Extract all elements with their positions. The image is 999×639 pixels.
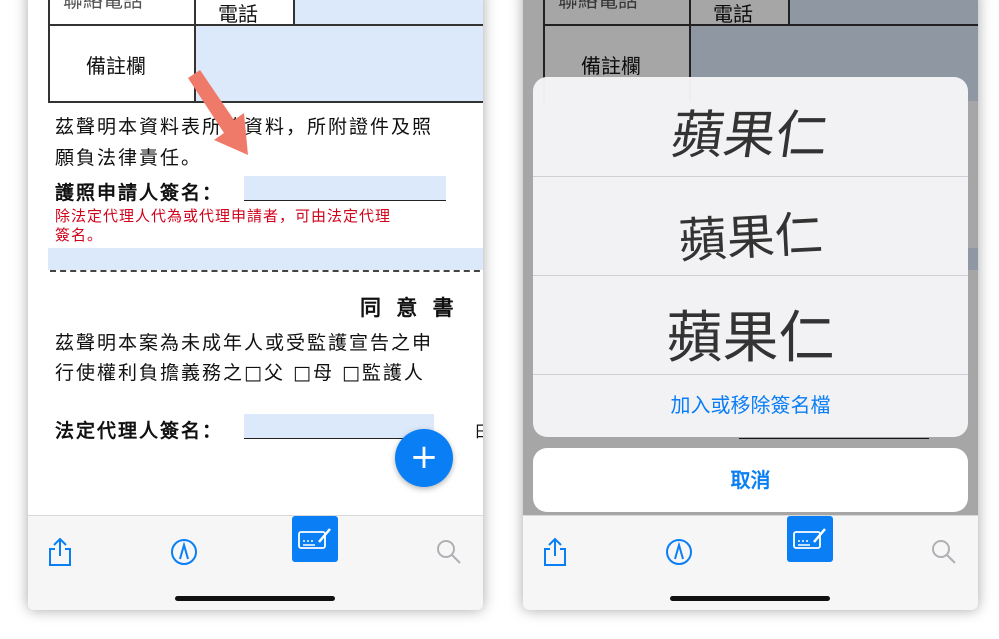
bottom-toolbar (28, 515, 483, 610)
share-icon[interactable] (42, 534, 78, 570)
table-border (48, 101, 483, 103)
saved-signature-3[interactable]: 蘋果仁 (533, 275, 968, 375)
red-note-line-1: 除法定代理人代為或代理申請者，可由法定代理 (55, 207, 392, 225)
signature-icon[interactable] (292, 516, 338, 562)
consent-line-1: 茲聲明本案為未成年人或受監護宣告之申 (55, 332, 434, 354)
right-phone-screen: 聯絡電話 電話 備註欄 蘋果仁 蘋果仁 蘋果仁 加入或移除簽名檔 取消 (523, 0, 978, 610)
consent-title: 同 意 書 (360, 295, 458, 320)
arrow-pointer-icon (188, 70, 248, 155)
bottom-toolbar (523, 515, 978, 610)
guardian-signature-label: 法定代理人簽名： (55, 420, 224, 442)
phone-label: 電話 (218, 2, 258, 26)
cancel-button[interactable]: 取消 (533, 448, 968, 512)
saved-signature-2[interactable]: 蘋果仁 (533, 176, 968, 276)
date-label: 日 (474, 422, 483, 441)
contact-label: 聯絡電話 (63, 0, 143, 12)
signature-icon[interactable] (787, 516, 833, 562)
home-indicator (175, 596, 335, 601)
blank-field[interactable] (48, 248, 483, 270)
search-icon[interactable] (926, 534, 962, 570)
add-signature-button[interactable]: + (395, 429, 453, 487)
left-phone-screen: 聯絡電話 電話 備註欄 茲聲明本資料表所填資料，所附證件及照 願負法律責任。 護… (28, 0, 483, 610)
manage-signatures-button[interactable]: 加入或移除簽名檔 (533, 374, 968, 437)
phone-field[interactable] (295, 0, 483, 24)
signature-text: 蘋果仁 (666, 306, 835, 371)
markup-pen-icon[interactable] (166, 534, 202, 570)
share-icon[interactable] (537, 534, 573, 570)
remarks-label: 備註欄 (86, 54, 146, 78)
cut-line (50, 270, 483, 272)
table-border (48, 0, 50, 102)
red-note-line-2: 簽名。 (55, 226, 104, 244)
signature-picker-sheet: 蘋果仁 蘋果仁 蘋果仁 加入或移除簽名檔 (533, 77, 968, 437)
signature-underline (244, 200, 446, 201)
applicant-signature-label: 護照申請人簽名： (55, 182, 224, 204)
consent-line-2: 行使權利負擔義務之□父 □母 □監護人 (55, 362, 425, 384)
search-icon[interactable] (431, 534, 467, 570)
signature-text: 蘋果仁 (667, 106, 832, 166)
saved-signature-1[interactable]: 蘋果仁 (533, 77, 968, 177)
table-border (48, 24, 194, 26)
signature-text: 蘋果仁 (677, 206, 825, 270)
markup-pen-icon[interactable] (661, 534, 697, 570)
home-indicator (670, 596, 830, 601)
applicant-signature-field[interactable] (244, 176, 446, 200)
